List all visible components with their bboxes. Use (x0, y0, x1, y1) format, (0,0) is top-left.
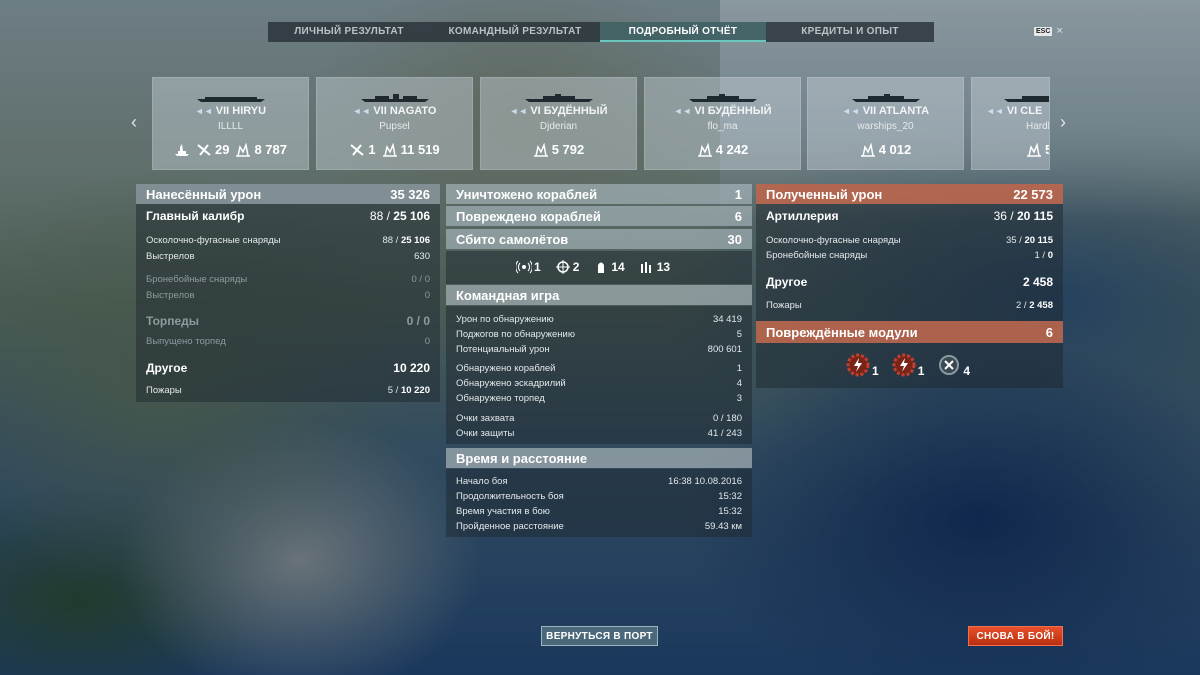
team-stat-row: Урон по обнаружению 34 419 (456, 314, 742, 325)
ship-name: ◄◄ VII HIRYU (194, 105, 267, 117)
carrier-silhouette-icon (197, 97, 265, 102)
cruiser-silhouette-icon (1004, 96, 1049, 102)
received-damage-header: Полученный урон 22 573 (756, 184, 1063, 204)
damage-icon (860, 142, 875, 157)
team-play-header: Командная игра (446, 285, 752, 305)
damage-icon (1027, 142, 1041, 157)
cruiser-silhouette-icon (689, 94, 757, 102)
fires-row: Пожары 5 / 10 220 (146, 385, 430, 396)
close-button[interactable]: ESC × (1034, 25, 1063, 37)
crosshair-icon (555, 260, 570, 274)
player-name: warships_20 (857, 121, 914, 132)
esc-key-label: ESC (1034, 26, 1053, 36)
ship-card[interactable]: ◄◄VI CLE Hardl 5 (971, 77, 1050, 170)
cruiser-silhouette-icon (525, 94, 593, 102)
shots-icon (640, 262, 651, 273)
damage-value: 5 (1045, 142, 1049, 157)
time-stat-row: Продолжительность боя 15:32 (456, 491, 742, 502)
artillery-row: Артиллерия 36 / 20 115 (766, 208, 1053, 223)
received-ap-row: Бронебойные снаряды 1 / 0 (766, 250, 1053, 261)
other-damage-row: Другое 10 220 (146, 360, 430, 375)
battle-again-button[interactable]: СНОВА В БОЙ! (968, 626, 1063, 646)
ships-damaged-row: Повреждено кораблей 6 (446, 206, 752, 226)
engine-damaged-icon (846, 353, 870, 377)
result-tabs: ЛИЧНЫЙ РЕЗУЛЬТАТ КОМАНДНЫЙ РЕЗУЛЬТАТ ПОД… (268, 22, 934, 42)
planes-value: 29 (214, 142, 230, 157)
received-he-row: Осколочно-фугасные снаряды 35 / 20 115 (766, 235, 1053, 246)
carousel-prev-arrow-icon[interactable]: ‹ (131, 112, 137, 133)
ap-shells-row: Бронебойные снаряды 0 / 0 (146, 274, 430, 285)
ships-destroyed-row: Уничтожено кораблей 1 (446, 184, 752, 204)
ap-shots-row: Выстрелов 0 (146, 290, 430, 301)
damage-icon (236, 142, 251, 157)
close-icon: × (1056, 25, 1063, 37)
spotting-icon (516, 260, 532, 274)
steering-icon (939, 355, 960, 375)
team-stat-row: Очки защиты 41 / 243 (456, 428, 742, 439)
turret-damaged-icon (892, 353, 916, 377)
team-stat-row: Обнаружено кораблей 1 (456, 363, 742, 374)
damaged-modules-header: Повреждённые модули 6 (756, 321, 1063, 343)
shell-icon (598, 262, 605, 273)
received-fires-row: Пожары 2 / 2 458 (766, 300, 1053, 311)
damaged-modules-row: 1 1 4 (845, 352, 970, 378)
tab-credits-exp[interactable]: КРЕДИТЫ И ОПЫТ (766, 22, 934, 42)
ship-card[interactable]: ◄◄ VII NAGATO Pupsel 1 11 519 (316, 77, 473, 170)
damage-value: 8 787 (254, 142, 287, 157)
ship-name: ◄◄ VII NAGATO (352, 105, 437, 117)
time-distance-header: Время и расстояние (446, 448, 752, 468)
aircraft-carrier-icon (174, 143, 190, 157)
ship-card[interactable]: ◄◄ VI БУДЁННЫЙ Djderian 5 792 (480, 77, 637, 170)
battle-icons-row: 1 2 14 13 (516, 260, 670, 274)
ship-name: ◄◄ VI БУДЁННЫЙ (673, 105, 772, 117)
he-shots-row: Выстрелов 630 (146, 251, 430, 262)
tab-detailed-report[interactable]: ПОДРОБНЫЙ ОТЧЁТ (600, 22, 766, 42)
damage-icon (697, 142, 712, 157)
player-name: Djderian (539, 121, 578, 132)
team-stat-row: Обнаружено эскадрилий 4 (456, 378, 742, 389)
dealt-damage-header: Нанесённый урон 35 326 (136, 184, 440, 204)
team-stat-row: Очки захвата 0 / 180 (456, 413, 742, 424)
ship-card[interactable]: ◄◄ VII HIRYU ILLLL 29 8 787 (152, 77, 309, 170)
time-stat-row: Время участия в бою 15:32 (456, 506, 742, 517)
ship-name: ◄◄ VII ATLANTA (841, 105, 930, 117)
time-stat-row: Начало боя 16:38 10.08.2016 (456, 476, 742, 487)
received-other-row: Другое 2 458 (766, 274, 1053, 289)
player-name: Hardl (1026, 121, 1050, 132)
planes-shot-icon (350, 143, 364, 156)
return-to-port-button[interactable]: ВЕРНУТЬСЯ В ПОРТ (541, 626, 658, 646)
ship-card[interactable]: ◄◄ VII ATLANTA warships_20 4 012 (807, 77, 964, 170)
battleship-silhouette-icon (361, 94, 429, 102)
damage-value: 4 012 (878, 142, 912, 157)
tab-team-result[interactable]: КОМАНДНЫЙ РЕЗУЛЬТАТ (430, 22, 600, 42)
tab-personal-result[interactable]: ЛИЧНЫЙ РЕЗУЛЬТАТ (268, 22, 430, 42)
torpedoes-row: Торпеды 0 / 0 (146, 314, 430, 328)
time-stat-row: Пройденное расстояние 59.43 км (456, 521, 742, 532)
ship-name: ◄◄ VI БУДЁННЫЙ (509, 105, 608, 117)
team-stat-row: Потенциальный урон 800 601 (456, 344, 742, 355)
damage-value: 4 242 (715, 142, 749, 157)
he-shells-row: Осколочно-фугасные снаряды 88 / 25 106 (146, 235, 430, 246)
team-stat-row: Обнаружено торпед 3 (456, 393, 742, 404)
damage-value: 11 519 (400, 142, 440, 157)
planes-shot-row: Сбито самолётов 30 (446, 229, 752, 249)
ship-name: ◄◄ VI CLE (986, 105, 1043, 117)
damage-value: 5 792 (551, 142, 585, 157)
damage-icon (382, 142, 397, 157)
planes-shot-icon (197, 143, 211, 156)
player-name: Pupsel (379, 121, 410, 132)
player-name: flo_ma (707, 121, 738, 132)
cruiser-silhouette-icon (852, 94, 920, 102)
torpedoes-fired-row: Выпущено торпед 0 (146, 336, 430, 347)
main-battery-row: Главный калибр 88 / 25 106 (146, 208, 430, 223)
team-stat-row: Поджогов по обнаружению 5 (456, 329, 742, 340)
carousel-next-arrow-icon[interactable]: › (1060, 112, 1066, 133)
damage-icon (533, 142, 548, 157)
ship-card[interactable]: ◄◄ VI БУДЁННЫЙ flo_ma 4 242 (644, 77, 801, 170)
planes-value: 1 (368, 142, 376, 157)
player-name: ILLLL (217, 121, 244, 132)
